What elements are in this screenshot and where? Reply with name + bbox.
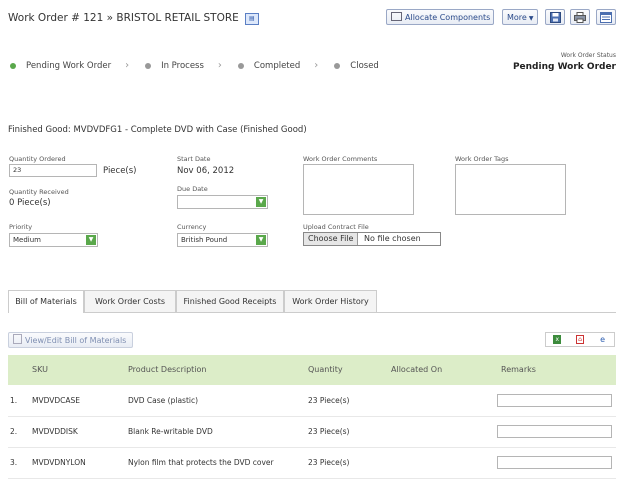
column-header-quantity: Quantity xyxy=(308,365,343,374)
work-order-tags-label: Work Order Tags xyxy=(455,155,509,163)
due-date-label: Due Date xyxy=(177,185,208,193)
status-label: Work Order Status xyxy=(560,52,616,59)
status-step-in-process: In Process xyxy=(145,61,204,71)
word-icon[interactable]: e xyxy=(599,335,607,344)
work-order-tags-textarea[interactable] xyxy=(455,164,566,215)
currency-select[interactable]: British Pound ▼ xyxy=(177,233,268,247)
layout-icon[interactable] xyxy=(596,9,616,25)
table-row: 1. MVDVDCASE DVD Case (plastic) 23 Piece… xyxy=(8,386,616,417)
row-number: 3. xyxy=(10,458,18,467)
pdf-icon[interactable]: ⌂ xyxy=(575,335,584,344)
tab-work-order-history[interactable]: Work Order History xyxy=(284,290,377,312)
column-header-product-description: Product Description xyxy=(128,365,207,374)
finished-good-title: Finished Good: MVDVDFG1 - Complete DVD w… xyxy=(8,125,307,135)
status-steps: Pending Work Order › In Process › Comple… xyxy=(10,60,379,71)
work-order-comments-label: Work Order Comments xyxy=(303,155,378,163)
remarks-input[interactable] xyxy=(497,425,612,438)
quantity-unit: Piece(s) xyxy=(103,166,137,176)
sku-cell: MVDVDNYLON xyxy=(32,458,86,467)
quantity-ordered-label: Quantity Ordered xyxy=(9,155,66,163)
description-cell: Nylon film that protects the DVD cover xyxy=(128,458,274,467)
priority-select[interactable]: Medium ▼ xyxy=(9,233,98,247)
chevron-down-icon: ▼ xyxy=(256,197,266,207)
status-value: Pending Work Order xyxy=(512,62,616,72)
more-button[interactable]: More ▼ xyxy=(502,9,538,25)
choose-file-button[interactable]: Choose File xyxy=(304,233,359,245)
table-row: 2. MVDVDDISK Blank Re-writable DVD 23 Pi… xyxy=(8,417,616,448)
status-dot xyxy=(237,62,244,69)
business-card-icon[interactable]: ▤ xyxy=(244,13,259,25)
status-step-closed: Closed xyxy=(334,61,379,71)
row-number: 2. xyxy=(10,427,18,436)
sku-cell: MVDVDCASE xyxy=(32,396,81,405)
chevron-down-icon: ▼ xyxy=(528,15,534,22)
chevron-right-icon: › xyxy=(125,60,130,71)
remarks-input[interactable] xyxy=(497,456,612,469)
page-title: Work Order # 121 » BRISTOL RETAIL STORE ▤ xyxy=(8,12,259,25)
print-icon[interactable] xyxy=(570,9,590,25)
due-date-select[interactable]: ▼ xyxy=(177,195,268,209)
description-cell: DVD Case (plastic) xyxy=(128,396,199,405)
quantity-cell: 23 Piece(s) xyxy=(308,427,350,436)
upload-contract-label: Upload Contract File xyxy=(303,223,369,231)
table-row: 3. MVDVDNYLON Nylon film that protects t… xyxy=(8,448,616,479)
chevron-right-icon: › xyxy=(217,60,222,71)
tab-bill-of-materials[interactable]: Bill of Materials xyxy=(8,290,84,313)
tab-work-order-costs[interactable]: Work Order Costs xyxy=(84,290,176,312)
work-order-comments-textarea[interactable] xyxy=(303,164,414,215)
tab-finished-good-receipts[interactable]: Finished Good Receipts xyxy=(176,290,284,312)
priority-label: Priority xyxy=(9,223,33,231)
status-step-pending: Pending Work Order xyxy=(10,61,111,71)
allocate-components-button[interactable]: Allocate Components xyxy=(386,9,494,25)
upload-file-input[interactable]: Choose File No file chosen xyxy=(303,232,441,246)
bom-table-header: SKU Product Description Quantity Allocat… xyxy=(8,355,616,385)
quantity-ordered-input[interactable]: 23 xyxy=(9,164,97,177)
status-dot xyxy=(145,62,152,69)
start-date-value: Nov 06, 2012 xyxy=(177,166,235,176)
remarks-input[interactable] xyxy=(497,394,612,407)
status-dot xyxy=(334,62,341,69)
quantity-cell: 23 Piece(s) xyxy=(308,396,350,405)
column-header-allocated-on: Allocated On xyxy=(391,365,443,374)
tab-bar: Bill of Materials Work Order Costs Finis… xyxy=(8,290,616,313)
row-number: 1. xyxy=(10,396,18,405)
chevron-down-icon: ▼ xyxy=(86,235,96,245)
quantity-received-label: Quantity Received xyxy=(9,188,69,196)
status-step-completed: Completed xyxy=(237,61,300,71)
view-edit-bom-button[interactable]: View/Edit Bill of Materials xyxy=(8,332,133,348)
no-file-chosen-text: No file chosen xyxy=(364,234,421,243)
sku-cell: MVDVDDISK xyxy=(32,427,78,436)
quantity-received-value: 0 Piece(s) xyxy=(9,198,51,208)
column-header-sku: SKU xyxy=(32,365,48,374)
save-icon[interactable] xyxy=(545,9,565,25)
edit-icon xyxy=(13,334,22,344)
status-dot-active xyxy=(10,62,16,69)
column-header-remarks: Remarks xyxy=(501,365,536,374)
export-toolbar: x ⌂ e xyxy=(545,332,615,347)
start-date-label: Start Date xyxy=(177,155,211,163)
allocate-icon xyxy=(391,12,402,21)
chevron-right-icon: › xyxy=(314,60,319,71)
quantity-cell: 23 Piece(s) xyxy=(308,458,350,467)
currency-label: Currency xyxy=(177,223,207,231)
excel-icon[interactable]: x xyxy=(553,335,562,344)
description-cell: Blank Re-writable DVD xyxy=(128,427,213,436)
chevron-down-icon: ▼ xyxy=(256,235,266,245)
